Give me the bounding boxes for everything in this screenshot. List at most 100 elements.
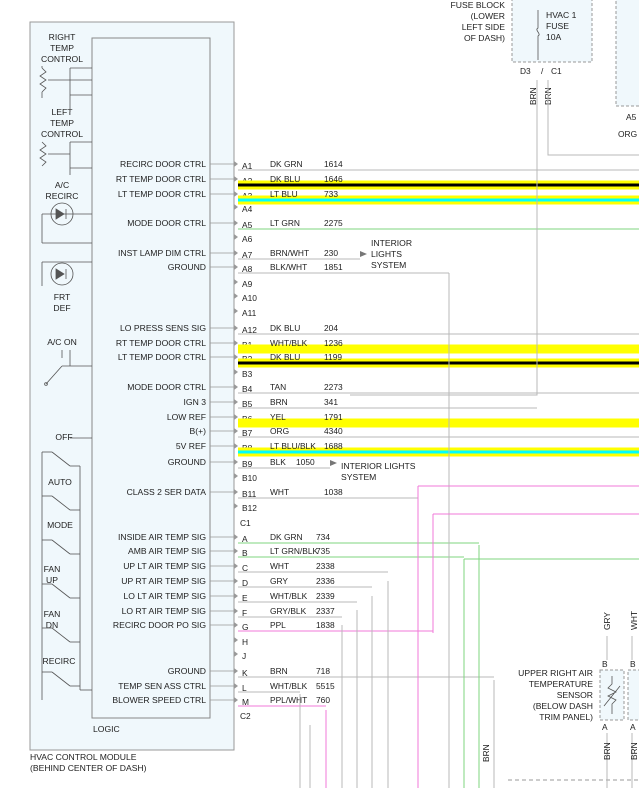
pin-arrow-icon [234,234,238,240]
signal-label: BLOWER SPEED CTRL [112,695,206,705]
wire-color-label: DK BLU [270,174,300,184]
svg-text:C1: C1 [551,66,562,76]
signal-label: TEMP SEN ASS CTRL [118,681,206,691]
wire-color-label: DK BLU [270,352,300,362]
pin-label: A10 [242,293,257,303]
pin-arrow-icon [234,473,238,479]
fan-up-label: FAN UP [44,564,61,585]
pin-arrow-icon [234,548,238,554]
signal-label: MODE DOOR CTRL [127,382,206,392]
signal-label: RT TEMP DOOR CTRL [116,174,206,184]
signal-label: INSIDE AIR TEMP SIG [118,532,206,542]
svg-text:A: A [630,722,636,732]
svg-text:FAN: FAN [44,609,61,619]
wire-color-label: DK BLU [270,323,300,333]
svg-text:BRN: BRN [481,744,491,762]
ac-on-label: A/C ON [47,337,77,347]
signal-label: LO RT AIR TEMP SIG [122,606,207,616]
svg-text:CONTROL: CONTROL [41,129,83,139]
svg-text:B: B [630,659,636,669]
circuit-number: 1236 [324,338,343,348]
circuit-row: A10 [234,293,257,303]
pin-arrow-icon [234,608,238,614]
svg-text:TEMP: TEMP [50,118,74,128]
circuit-number: 1199 [324,352,342,362]
svg-text:FRT: FRT [54,292,71,302]
module-title: HVAC CONTROL MODULE [30,752,137,762]
pin-arrow-icon [234,459,238,465]
logic-label: LOGIC [93,724,120,734]
pin-arrow-icon [234,428,238,434]
svg-text:SYSTEM: SYSTEM [371,260,406,270]
wire-color-label: BLK [270,457,286,467]
circuit-number: 1838 [316,620,335,630]
svg-text:D3: D3 [520,66,531,76]
circuit-number: 2275 [324,218,343,228]
wire-color-label: GRY/BLK [270,606,307,616]
circuit-number: 4340 [324,426,343,436]
svg-text:A5: A5 [626,112,637,122]
pin-arrow-icon [234,204,238,210]
circuit-number: 760 [316,695,330,705]
pin-arrow-icon [234,279,238,285]
upper-right-air-temp-sensor: UPPER RIGHT AIR TEMPERATURE SENSOR (BELO… [481,611,639,788]
svg-text:INTERIOR: INTERIOR [371,238,412,248]
circuit-row: A9 [234,279,253,289]
pin-arrow-icon [234,250,238,256]
module-location: (BEHIND CENTER OF DASH) [30,763,147,773]
pin-arrow-icon [234,340,238,346]
connector-c1-label: C1 [240,518,251,528]
pin-arrow-icon [234,578,238,584]
signal-label: CLASS 2 SER DATA [127,487,207,497]
pin-arrow-icon [234,593,238,599]
svg-text:A/C: A/C [55,180,69,190]
svg-text:DEF: DEF [53,303,70,313]
wire-color-label: BRN/WHT [270,248,309,258]
wiring-diagram: LOGIC HVAC CONTROL MODULE (BEHIND CENTER… [29,0,639,788]
circuit-number: 733 [324,189,338,199]
circuit-row: A4 [234,204,253,214]
pin-arrow-icon [234,191,238,197]
circuit-row: B12 [234,503,257,513]
circuit-number: 1050 [296,457,315,467]
pin-arrow-icon [234,668,238,674]
svg-text:CONTROL: CONTROL [41,54,83,64]
circuit-number: 2273 [324,382,343,392]
pin-label: B10 [242,473,257,483]
signal-label: LOW REF [167,412,206,422]
signal-label: RECIRC DOOR CTRL [120,159,206,169]
signal-label: GROUND [168,666,206,676]
pin-arrow-icon [234,503,238,509]
circuit-row: IGN 3 B5 BRN 341 [184,397,537,409]
circuit-number: 1646 [324,174,343,184]
circuit-number: 341 [324,397,338,407]
circuit-row: LOW REFB6YEL1791 [167,412,639,428]
pin-label: J [242,651,246,661]
circuit-number: 1688 [324,441,343,451]
signal-label: GROUND [168,262,206,272]
circuit-number: 204 [324,323,338,333]
pin-arrow-icon [234,369,238,375]
wire-color-label: WHT [270,561,289,571]
pin-arrow-icon [234,489,238,495]
svg-text:UPPER RIGHT AIR: UPPER RIGHT AIR [518,668,593,678]
pin-label: A6 [242,234,253,244]
signal-label: INST LAMP DIM CTRL [118,248,206,258]
signal-label: UP LT AIR TEMP SIG [123,561,206,571]
pin-arrow-icon [234,622,238,628]
circuit-number: 1851 [324,262,343,272]
svg-text:HVAC 1: HVAC 1 [546,10,577,20]
signal-label: 5V REF [176,441,206,451]
wire-color-label: GRY [270,576,288,586]
circuit-row: A11 [234,308,257,318]
wire-color-label: BRN [270,666,288,676]
signal-label: LO PRESS SENS SIG [120,323,206,333]
signal-label: LO LT AIR TEMP SIG [124,591,207,601]
pin-arrow-icon [234,534,238,540]
fan-dn-label: FAN DN [44,609,61,630]
wire-color-label: WHT [270,487,289,497]
svg-text:GRY: GRY [602,612,612,630]
svg-text:SENSOR: SENSOR [557,690,593,700]
pin-arrow-icon [234,443,238,449]
frt-def-label: FRT DEF [53,292,71,313]
